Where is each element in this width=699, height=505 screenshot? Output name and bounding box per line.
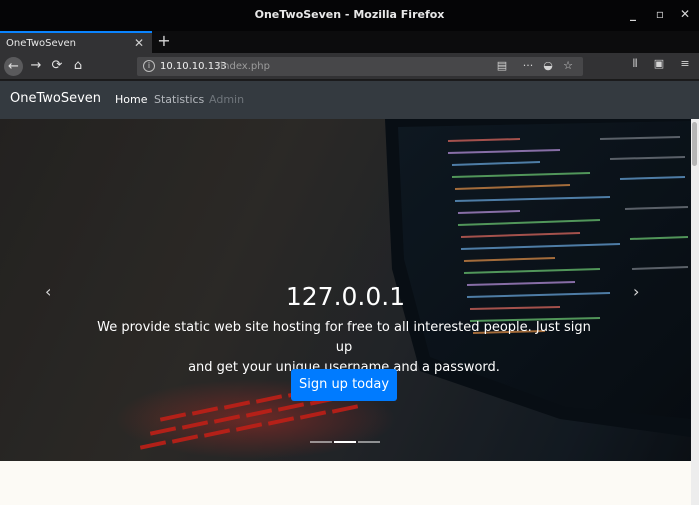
nav-home-link[interactable]: Home [115, 93, 147, 106]
page-viewport: OneTwoSeven Home Statistics Admin ‹ › 12… [0, 81, 699, 505]
close-window-button[interactable]: ✕ [677, 7, 693, 21]
new-tab-button[interactable]: + [155, 31, 173, 50]
hero-title: 127.0.0.1 [285, 282, 406, 311]
carousel-indicator-3[interactable] [358, 441, 380, 443]
site-brand[interactable]: OneTwoSeven [10, 91, 101, 106]
forward-button[interactable]: → [27, 57, 45, 75]
url-path: /index.php [217, 61, 270, 72]
sign-up-button[interactable]: Sign up today [291, 369, 397, 401]
close-tab-icon[interactable]: ✕ [134, 36, 144, 50]
bookmark-star-icon[interactable]: ☆ [560, 59, 576, 72]
tab-onetwoseven[interactable]: OneTwoSeven ✕ [0, 31, 152, 53]
page-content-area [0, 461, 691, 505]
nav-admin-link: Admin [209, 93, 245, 106]
minimize-button[interactable]: _ [625, 7, 641, 21]
sidebar-icon[interactable]: ▣ [650, 57, 668, 70]
back-button[interactable]: ← [4, 57, 23, 76]
reader-view-icon[interactable]: ▤ [494, 59, 510, 72]
scrollbar-thumb[interactable] [692, 122, 697, 166]
nav-statistics-link[interactable]: Statistics [154, 93, 204, 106]
pocket-icon[interactable]: ◒ [540, 59, 556, 72]
hero-carousel: ‹ › 127.0.0.1 We provide static web site… [0, 119, 691, 461]
carousel-indicator-1[interactable] [310, 441, 332, 443]
page-actions-icon[interactable]: ··· [520, 59, 536, 72]
browser-toolbar: ← → ⟳ ⌂ i 10.10.10.133 /index.php ▤ ··· … [0, 53, 699, 80]
tab-label: OneTwoSeven [6, 38, 77, 49]
library-icon[interactable]: ⫴ [626, 57, 644, 71]
tab-bar: OneTwoSeven ✕ + [0, 31, 699, 53]
home-button[interactable]: ⌂ [69, 57, 87, 75]
site-navbar: OneTwoSeven Home Statistics Admin [0, 81, 699, 119]
hero-description-line1: We provide static web site hosting for f… [97, 320, 591, 355]
page-scrollbar[interactable] [691, 119, 699, 505]
info-icon[interactable]: i [143, 60, 155, 72]
carousel-indicator-2[interactable] [334, 441, 356, 443]
window-titlebar: OneTwoSeven - Mozilla Firefox _ ▫ ✕ [0, 0, 699, 31]
url-bar[interactable]: i 10.10.10.133 /index.php ▤ ··· ◒ ☆ [137, 57, 583, 76]
maximize-button[interactable]: ▫ [652, 7, 668, 21]
reload-button[interactable]: ⟳ [48, 57, 66, 75]
window-title: OneTwoSeven - Mozilla Firefox [254, 8, 445, 21]
menu-icon[interactable]: ≡ [676, 57, 694, 70]
